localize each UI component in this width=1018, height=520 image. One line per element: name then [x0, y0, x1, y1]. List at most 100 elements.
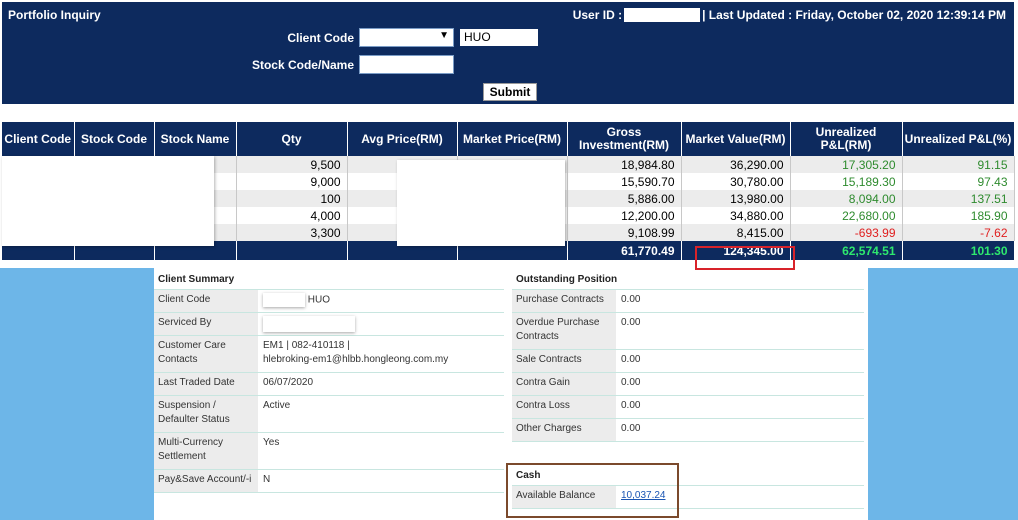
- outstanding-row: Purchase Contracts 0.00: [512, 290, 864, 313]
- pl-rm-cell: 8,094.00: [790, 190, 903, 207]
- gross-cell: 15,590.70: [567, 173, 682, 190]
- outstanding-label: Contra Loss: [512, 396, 616, 418]
- client-code-value-text: HUO: [307, 294, 331, 306]
- user-id-redacted: [624, 8, 701, 22]
- qty-cell: 3,300: [236, 224, 348, 241]
- qty-cell: 9,500: [236, 156, 348, 173]
- gross-cell: 12,200.00: [567, 207, 682, 224]
- summary-value: 06/07/2020: [258, 373, 504, 395]
- pl-rm-cell: -693.99: [790, 224, 903, 241]
- summary-value: HUO: [258, 290, 504, 312]
- pl-rm-cell: 22,680.00: [790, 207, 903, 224]
- market-value-cell: 13,980.00: [681, 190, 791, 207]
- outstanding-position-panel: Outstanding Position Purchase Contracts …: [512, 270, 864, 442]
- summary-row-client-code: Client Code HUO: [154, 290, 504, 313]
- col-gross-investment: Gross Investment(RM): [567, 122, 682, 156]
- col-stock-code: Stock Code: [74, 122, 155, 156]
- summary-value: [258, 313, 504, 335]
- total-pl-rm: 62,574.51: [790, 241, 903, 260]
- summary-label: Serviced By: [154, 313, 258, 335]
- summary-label: Pay&Save Account/-i: [154, 470, 258, 492]
- summary-label: Multi-Currency Settlement: [154, 433, 258, 469]
- qty-cell: 4,000: [236, 207, 348, 224]
- qty-cell: 100: [236, 190, 348, 207]
- summary-row-suspension: Suspension / Defaulter Status Active: [154, 396, 504, 433]
- pl-pct-cell: 137.51: [902, 190, 1015, 207]
- summary-label: Customer Care Contacts: [154, 336, 258, 372]
- col-stock-name: Stock Name: [154, 122, 237, 156]
- outstanding-label: Purchase Contracts: [512, 290, 616, 312]
- summary-value: Yes: [258, 433, 504, 469]
- outstanding-row: Overdue Purchase Contracts 0.00: [512, 313, 864, 350]
- total-gross: 61,770.49: [567, 241, 682, 260]
- outstanding-row: Contra Loss 0.00: [512, 396, 864, 419]
- summary-label: Client Code: [154, 290, 258, 312]
- summary-value: Active: [258, 396, 504, 432]
- col-market-value: Market Value(RM): [681, 122, 791, 156]
- outstanding-value: 0.00: [616, 419, 864, 441]
- pl-rm-cell: 17,305.20: [790, 156, 903, 173]
- outstanding-label: Other Charges: [512, 419, 616, 441]
- summary-row-multi-currency: Multi-Currency Settlement Yes: [154, 433, 504, 470]
- col-qty: Qty: [236, 122, 348, 156]
- market-value-highlight: [695, 246, 795, 270]
- gross-cell: 5,886.00: [567, 190, 682, 207]
- last-updated: | Last Updated : Friday, October 02, 202…: [702, 8, 1006, 22]
- market-value-cell: 34,880.00: [681, 207, 791, 224]
- redacted-value: [263, 316, 355, 332]
- outstanding-label: Overdue Purchase Contracts: [512, 313, 616, 349]
- col-avg-price: Avg Price(RM): [347, 122, 458, 156]
- care-email: hlebroking-em1@hlbb.hongleong.com.my: [263, 354, 449, 365]
- outstanding-value: 0.00: [616, 396, 864, 418]
- summary-label: Last Traded Date: [154, 373, 258, 395]
- page-title: Portfolio Inquiry: [8, 8, 101, 22]
- pl-pct-cell: 91.15: [902, 156, 1015, 173]
- outstanding-title: Outstanding Position: [512, 270, 864, 290]
- pl-pct-cell: -7.62: [902, 224, 1015, 241]
- summary-value: N: [258, 470, 504, 492]
- outstanding-value: 0.00: [616, 350, 864, 372]
- outstanding-label: Sale Contracts: [512, 350, 616, 372]
- client-code-label: Client Code: [287, 31, 354, 45]
- outstanding-label: Contra Gain: [512, 373, 616, 395]
- summary-row-care-contacts: Customer Care Contacts EM1 | 082-410118 …: [154, 336, 504, 373]
- col-market-price: Market Price(RM): [457, 122, 568, 156]
- redaction-block: [2, 156, 214, 246]
- market-value-cell: 36,290.00: [681, 156, 791, 173]
- redacted-value: [263, 293, 305, 307]
- outstanding-row: Contra Gain 0.00: [512, 373, 864, 396]
- pl-pct-cell: 185.90: [902, 207, 1015, 224]
- pl-rm-cell: 15,189.30: [790, 173, 903, 190]
- qty-cell: 9,000: [236, 173, 348, 190]
- outstanding-value: 0.00: [616, 313, 864, 349]
- col-unrealized-pl-rm: Unrealized P&L(RM): [790, 122, 903, 156]
- market-value-cell: 30,780.00: [681, 173, 791, 190]
- care-phone: EM1 | 082-410118 |: [263, 340, 350, 351]
- gross-cell: 9,108.99: [567, 224, 682, 241]
- gross-cell: 18,984.80: [567, 156, 682, 173]
- redaction-block: [397, 160, 565, 246]
- stock-code-label: Stock Code/Name: [251, 58, 354, 72]
- chevron-down-icon: ▼: [439, 30, 449, 41]
- col-client-code: Client Code: [2, 122, 75, 156]
- summary-label: Suspension / Defaulter Status: [154, 396, 258, 432]
- user-id-label: User ID :: [572, 8, 623, 22]
- portfolio-inquiry-panel: Portfolio Inquiry User ID : | Last Updat…: [2, 2, 1014, 104]
- client-summary-title: Client Summary: [154, 270, 504, 290]
- summary-row-serviced-by: Serviced By: [154, 313, 504, 336]
- cash-highlight: [506, 463, 679, 518]
- summary-value: EM1 | 082-410118 | hlebroking-em1@hlbb.h…: [258, 336, 504, 372]
- outstanding-value: 0.00: [616, 290, 864, 312]
- user-info: User ID : | Last Updated : Friday, Octob…: [573, 8, 1006, 22]
- pl-pct-cell: 97.43: [902, 173, 1015, 190]
- outstanding-value: 0.00: [616, 373, 864, 395]
- summary-row-paysave: Pay&Save Account/-i N: [154, 470, 504, 493]
- stock-code-input[interactable]: [359, 55, 454, 74]
- outstanding-row: Other Charges 0.00: [512, 419, 864, 442]
- client-code-select[interactable]: ▼: [359, 28, 454, 47]
- side-background-right: [868, 268, 1018, 520]
- client-code-value: HUO: [460, 29, 538, 46]
- col-unrealized-pl-pct: Unrealized P&L(%): [902, 122, 1015, 156]
- submit-button[interactable]: Submit: [483, 83, 537, 101]
- client-summary-panel: Client Summary Client Code HUO Serviced …: [154, 270, 504, 493]
